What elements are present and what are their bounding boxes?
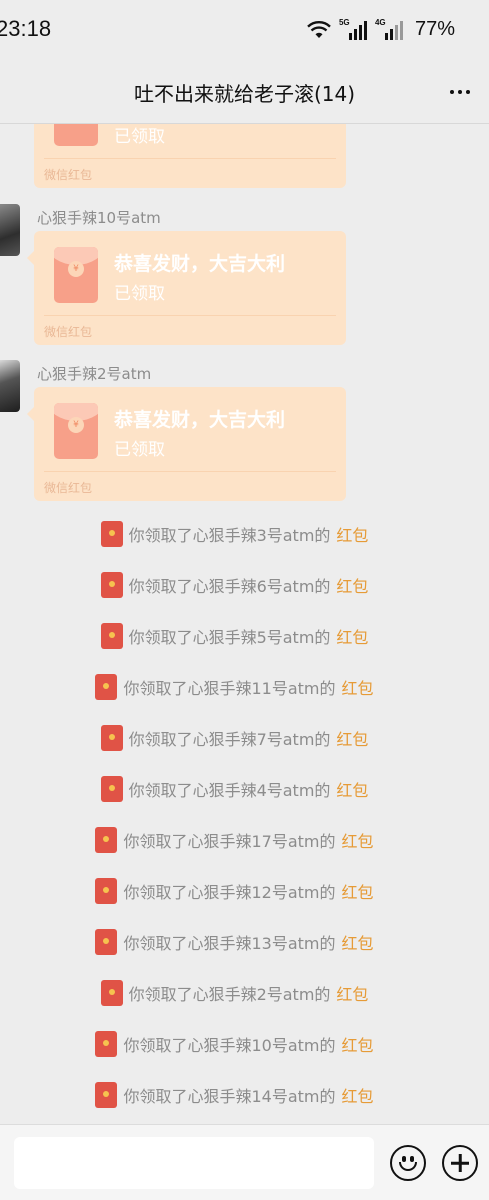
system-notice: 你领取了心狠手辣4号atm的 红包 xyxy=(0,776,489,802)
red-packet-link[interactable]: 红包 xyxy=(342,930,374,954)
system-notice: 你领取了心狠手辣12号atm的 红包 xyxy=(0,878,489,904)
signal-4g-icon: 4G xyxy=(375,18,403,40)
system-notice: 你领取了心狠手辣10号atm的 红包 xyxy=(0,1031,489,1057)
red-packet-status: 已领取 xyxy=(114,284,165,304)
red-packet-message[interactable]: 已领取 微信红包 xyxy=(34,124,346,188)
red-packet-icon xyxy=(100,776,123,802)
message-list[interactable]: 已领取 微信红包 心狠手辣10号atm ¥ 恭喜发财，大吉大利 已领取 微信红包… xyxy=(0,124,489,1120)
system-notice: 你领取了心狠手辣2号atm的 红包 xyxy=(0,980,489,1006)
system-notice: 你领取了心狠手辣7号atm的 红包 xyxy=(0,725,489,751)
system-notice: 你领取了心狠手辣5号atm的 红包 xyxy=(0,623,489,649)
red-packet-icon xyxy=(100,572,123,598)
red-packet-greeting: 恭喜发财，大吉大利 xyxy=(114,253,286,275)
red-packet-link[interactable]: 红包 xyxy=(336,573,368,597)
red-packet-icon xyxy=(95,827,118,853)
red-packet-icon xyxy=(95,1082,118,1108)
red-packet-icon: ¥ xyxy=(54,403,98,459)
red-packet-link[interactable]: 红包 xyxy=(336,624,368,648)
red-packet-link[interactable]: 红包 xyxy=(342,1083,374,1107)
red-packet-greeting: 恭喜发财，大吉大利 xyxy=(114,409,286,431)
status-time: 23:18 xyxy=(0,16,52,41)
red-packet-icon xyxy=(100,980,123,1006)
message-input[interactable] xyxy=(14,1137,374,1189)
input-bar xyxy=(0,1124,489,1200)
system-notice: 你领取了心狠手辣13号atm的 红包 xyxy=(0,929,489,955)
battery-level: 77% xyxy=(414,18,455,40)
system-notice: 你领取了心狠手辣11号atm的 红包 xyxy=(0,674,489,700)
red-packet-label: 微信红包 xyxy=(44,481,93,495)
wifi-icon xyxy=(307,20,331,38)
emoji-icon[interactable] xyxy=(390,1145,426,1181)
red-packet-message[interactable]: ¥ 恭喜发财，大吉大利 已领取 微信红包 xyxy=(27,387,346,501)
red-packet-icon xyxy=(100,725,123,751)
red-packet-message[interactable]: ¥ 恭喜发财，大吉大利 已领取 微信红包 xyxy=(27,231,346,345)
red-packet-link[interactable]: 红包 xyxy=(336,777,368,801)
red-packet-label: 微信红包 xyxy=(44,168,93,182)
system-notice: 你领取了心狠手辣6号atm的 红包 xyxy=(0,572,489,598)
red-packet-icon xyxy=(95,878,118,904)
sender-name: 心狠手辣2号atm xyxy=(37,365,152,383)
red-packet-status: 已领取 xyxy=(114,440,165,460)
status-icons: 5G 4G 77% xyxy=(307,18,455,41)
avatar[interactable] xyxy=(0,204,20,256)
red-packet-link[interactable]: 红包 xyxy=(336,522,368,546)
red-packet-link[interactable]: 红包 xyxy=(342,675,374,699)
system-notice: 你领取了心狠手辣3号atm的 红包 xyxy=(0,521,489,547)
red-packet-icon xyxy=(95,929,118,955)
red-packet-status: 已领取 xyxy=(114,127,165,147)
more-options-button[interactable] xyxy=(445,80,475,104)
sender-name: 心狠手辣10号atm xyxy=(37,209,161,227)
red-packet-icon xyxy=(100,623,123,649)
plus-icon[interactable] xyxy=(442,1145,478,1181)
red-packet-link[interactable]: 红包 xyxy=(342,879,374,903)
red-packet-icon xyxy=(100,521,123,547)
red-packet-link[interactable]: 红包 xyxy=(342,828,374,852)
chat-header: 吐不出来就给老子滚(14) xyxy=(0,62,489,124)
signal-5g-icon: 5G xyxy=(339,18,367,40)
red-packet-link[interactable]: 红包 xyxy=(342,1032,374,1056)
red-packet-link[interactable]: 红包 xyxy=(336,981,368,1005)
red-packet-link[interactable]: 红包 xyxy=(336,726,368,750)
chat-title: 吐不出来就给老子滚(14) xyxy=(133,82,356,106)
system-notice: 你领取了心狠手辣17号atm的 红包 xyxy=(0,827,489,853)
red-packet-icon xyxy=(95,1031,118,1057)
more-icon xyxy=(450,90,454,94)
status-bar: 23:18 5G 4G 77% xyxy=(0,0,489,62)
red-packet-icon: ¥ xyxy=(54,247,98,303)
red-packet-icon xyxy=(95,674,118,700)
avatar[interactable] xyxy=(0,360,20,412)
system-notice: 你领取了心狠手辣14号atm的 红包 xyxy=(0,1082,489,1108)
red-packet-icon xyxy=(54,124,98,146)
red-packet-label: 微信红包 xyxy=(44,325,93,339)
